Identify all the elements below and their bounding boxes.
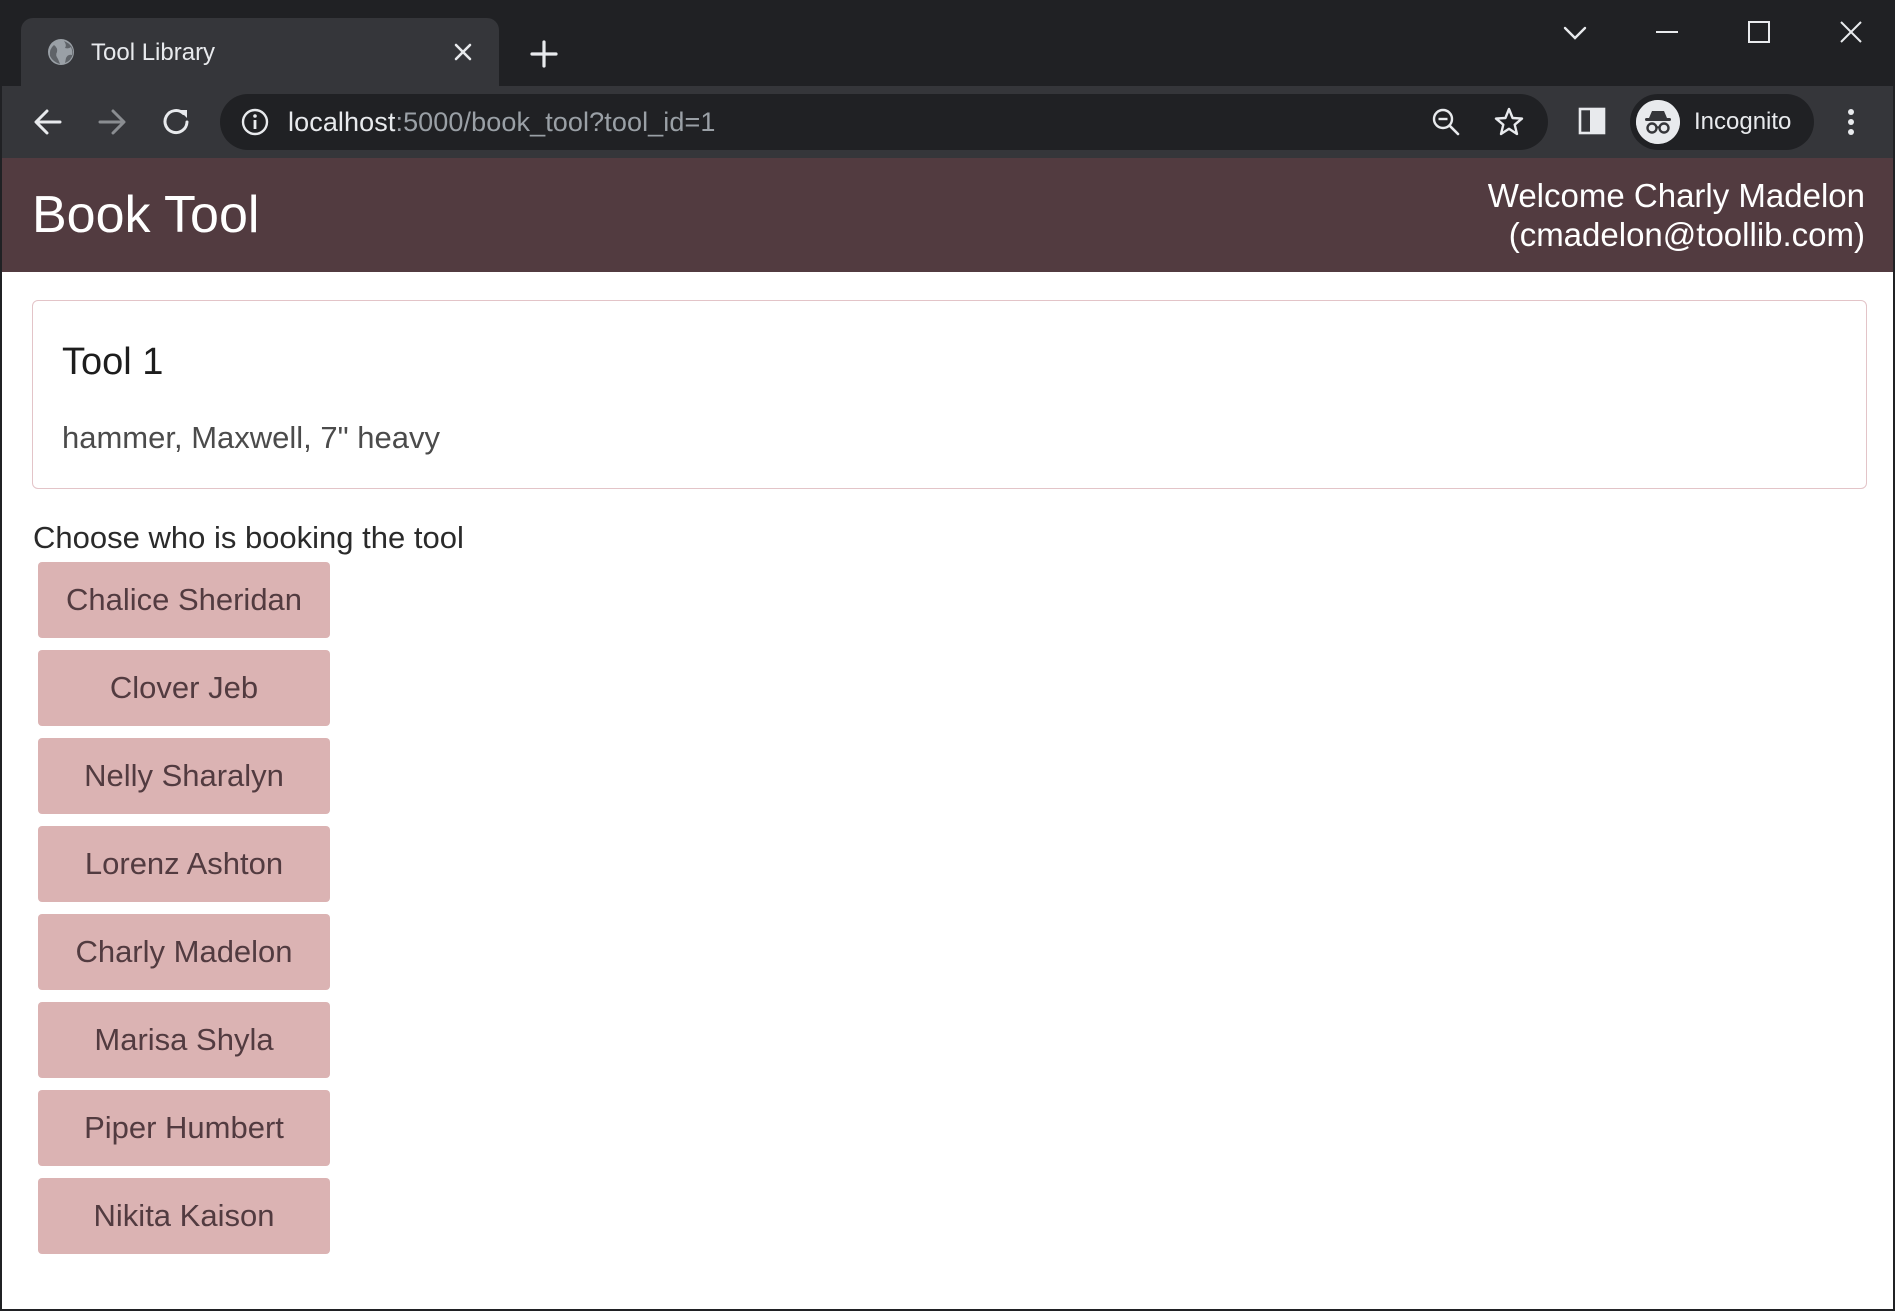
star-icon[interactable] — [1492, 105, 1526, 139]
booking-prompt: Choose who is booking the tool — [33, 520, 464, 555]
maximize-icon[interactable] — [1739, 12, 1779, 52]
member-button[interactable]: Marisa Shyla — [38, 1002, 330, 1078]
reload-icon[interactable] — [156, 102, 196, 142]
tool-card: Tool 1 hammer, Maxwell, 7" heavy — [32, 300, 1867, 489]
welcome-message: Welcome Charly Madelon (cmadelon@toollib… — [1488, 176, 1865, 254]
url-host: localhost — [288, 107, 396, 137]
tab-tool-library[interactable]: Tool Library — [21, 18, 499, 86]
address-bar[interactable]: localhost:5000/book_tool?tool_id=1 — [220, 94, 1548, 150]
member-button[interactable]: Charly Madelon — [38, 914, 330, 990]
welcome-line: Welcome Charly Madelon — [1487, 177, 1865, 214]
kebab-menu-icon[interactable] — [1836, 102, 1866, 142]
chevron-down-icon[interactable] — [1555, 12, 1595, 52]
window-close-icon[interactable] — [1831, 12, 1871, 52]
tab-title: Tool Library — [91, 39, 216, 66]
tool-name: Tool 1 — [62, 341, 164, 383]
globe-icon — [48, 39, 74, 65]
minimize-icon[interactable] — [1647, 12, 1687, 52]
user-email: (cmadelon@toollib.com) — [1508, 216, 1865, 253]
member-list: Chalice Sheridan Clover Jeb Nelly Sharal… — [38, 562, 330, 1266]
member-button[interactable]: Piper Humbert — [38, 1090, 330, 1166]
profile-label: Incognito — [1694, 108, 1792, 135]
member-button[interactable]: Nelly Sharalyn — [38, 738, 330, 814]
tool-description: hammer, Maxwell, 7" heavy — [62, 420, 440, 455]
url-path: :5000/book_tool?tool_id=1 — [395, 107, 716, 137]
member-button[interactable]: Lorenz Ashton — [38, 826, 330, 902]
back-arrow-icon[interactable] — [28, 102, 68, 142]
incognito-icon — [1636, 100, 1680, 144]
side-panel-icon[interactable] — [1575, 104, 1609, 138]
info-icon[interactable] — [240, 107, 270, 137]
forward-arrow-icon[interactable] — [92, 102, 132, 142]
browser-window: Tool Library localhost:5000/book_tool?to… — [0, 0, 1895, 1311]
app-header: Book Tool Welcome Charly Madelon (cmadel… — [2, 158, 1893, 272]
page-title: Book Tool — [32, 186, 260, 244]
url-text[interactable]: localhost:5000/book_tool?tool_id=1 — [288, 106, 716, 138]
zoom-out-icon[interactable] — [1430, 106, 1462, 138]
member-button[interactable]: Chalice Sheridan — [38, 562, 330, 638]
tab-strip: Tool Library — [2, 0, 1893, 86]
member-button[interactable]: Clover Jeb — [38, 650, 330, 726]
close-icon[interactable] — [447, 36, 479, 68]
browser-toolbar: localhost:5000/book_tool?tool_id=1 Incog… — [2, 86, 1893, 158]
plus-icon[interactable] — [524, 34, 564, 74]
incognito-profile-button[interactable]: Incognito — [1630, 94, 1814, 150]
member-button[interactable]: Nikita Kaison — [38, 1178, 330, 1254]
